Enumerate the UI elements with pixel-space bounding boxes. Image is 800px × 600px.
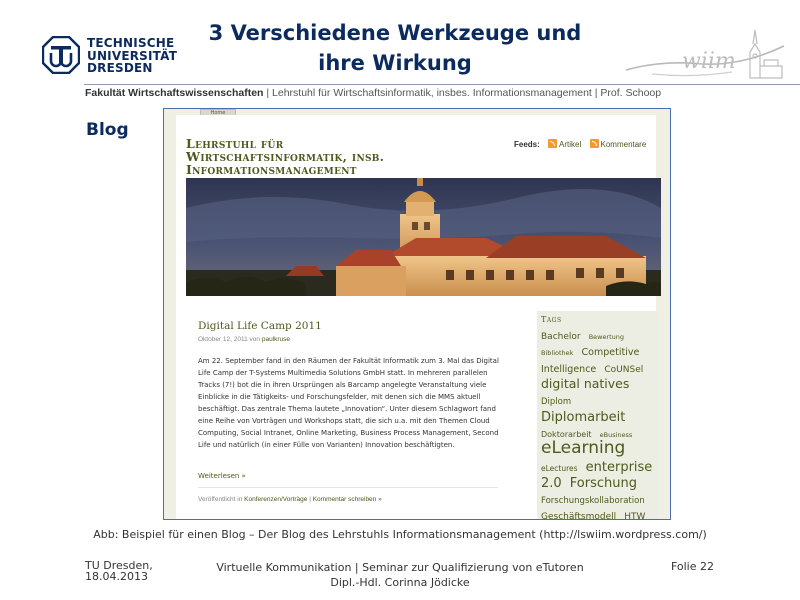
comment-link: Kommentar schreiben » — [312, 496, 382, 503]
post-body: Am 22. September fand in den Räumen der … — [198, 357, 499, 449]
feeds-bar: Feeds: Artikel Kommentare — [514, 139, 646, 149]
tag-link: Forschungskollaboration — [541, 496, 645, 507]
slide-title-line-2: ihre Wirkung — [318, 51, 472, 75]
header-photo — [186, 178, 661, 296]
post-footer: Veröffentlicht in Konferenzen/Vorträge |… — [198, 496, 382, 503]
tag-link: Diplomarbeit — [541, 409, 626, 425]
section-label: Blog — [86, 120, 129, 140]
slide-title: 3 Verschiedene Werkzeuge und ihre Wirkun… — [180, 18, 610, 78]
faculty-name: Fakultät Wirtschaftswissenschaften — [85, 87, 264, 99]
figure-caption: Abb: Beispiel für einen Blog – Der Blog … — [93, 528, 707, 541]
feed-articles-link: Artikel — [559, 140, 582, 149]
tag-link: eLearning — [541, 438, 626, 459]
header-rule — [84, 84, 800, 85]
rss-icon — [548, 139, 558, 148]
blog-title: Lehrstuhl für Wirtschaftsinformatik, ins… — [186, 137, 384, 176]
tag-link: CoUNSel — [604, 364, 644, 375]
post-date: Oktober 12, 2011 von — [198, 336, 262, 343]
blog-page: Lehrstuhl für Wirtschaftsinformatik, ins… — [176, 115, 661, 520]
tag-link: Bibliothek — [541, 349, 574, 358]
post-divider — [198, 487, 498, 488]
tag-link: Competitive — [581, 347, 640, 359]
post-author-link: paulkruse — [261, 336, 291, 343]
footer-center: Virtuelle Kommunikation | Seminar zur Qu… — [200, 560, 600, 590]
tag-link: Forschung — [569, 475, 637, 491]
tags-heading: Tags — [541, 315, 562, 324]
post-meta: Oktober 12, 2011 von paulkruse — [198, 336, 290, 343]
post-title-link: Digital Life Camp 2011 — [198, 320, 322, 332]
tag-link: Bachelor — [541, 332, 581, 342]
blog-title-line-3: Informationsmanagement — [186, 162, 357, 177]
footer-date: 18.04.2013 — [85, 570, 148, 583]
feed-comments-link: Kommentare — [600, 140, 647, 149]
feeds-label: Feeds: — [514, 140, 540, 149]
tag-link: Diplom — [541, 397, 572, 408]
footer-course: Virtuelle Kommunikation | Seminar zur Qu… — [216, 561, 584, 574]
footer-left: TU Dresden, 18.04.2013 — [85, 560, 153, 582]
tag-link: Geschäftsmodell — [541, 512, 617, 520]
tag-link: Bewertung — [588, 333, 625, 341]
rss-icon — [589, 139, 599, 148]
footer-author: Dipl.-Hdl. Corinna Jödicke — [330, 576, 470, 589]
tag-link: HTW — [624, 512, 646, 520]
tu-dresden-emblem-icon — [42, 36, 80, 74]
tag-link: eLectures — [541, 463, 578, 473]
tag-cloud: Bachelor Bewertung Bibliothek Competitiv… — [541, 326, 659, 520]
read-more-link: Weiterlesen » — [198, 472, 246, 480]
chair-subline: Fakultät Wirtschaftswissenschaften | Leh… — [85, 87, 661, 99]
logo-line-1: TECHNISCHE — [87, 36, 175, 50]
chair-name: | Lehrstuhl für Wirtschaftsinformatik, i… — [263, 87, 662, 99]
tags-widget: Tags Bachelor Bewertung Bibliothek Compe… — [537, 311, 659, 520]
tag-link: digital natives — [541, 375, 630, 391]
blog-screenshot: Home Lehrstuhl für Wirtschaftsinformatik… — [163, 108, 671, 520]
slide-title-line-1: 3 Verschiedene Werkzeuge und — [208, 21, 582, 45]
logo-line-3: DRESDEN — [87, 61, 153, 75]
wiim-logo-text: wiim — [682, 49, 736, 74]
wiim-logo: wiim — [625, 29, 785, 79]
tag-link: Intelligence — [541, 363, 597, 375]
slide-number: Folie 22 — [670, 560, 714, 573]
published-prefix: Veröffentlicht in — [198, 496, 245, 503]
tu-dresden-logo: TECHNISCHE UNIVERSITÄT DRESDEN — [42, 36, 177, 78]
category-link: Konferenzen/Vorträge — [244, 496, 308, 503]
